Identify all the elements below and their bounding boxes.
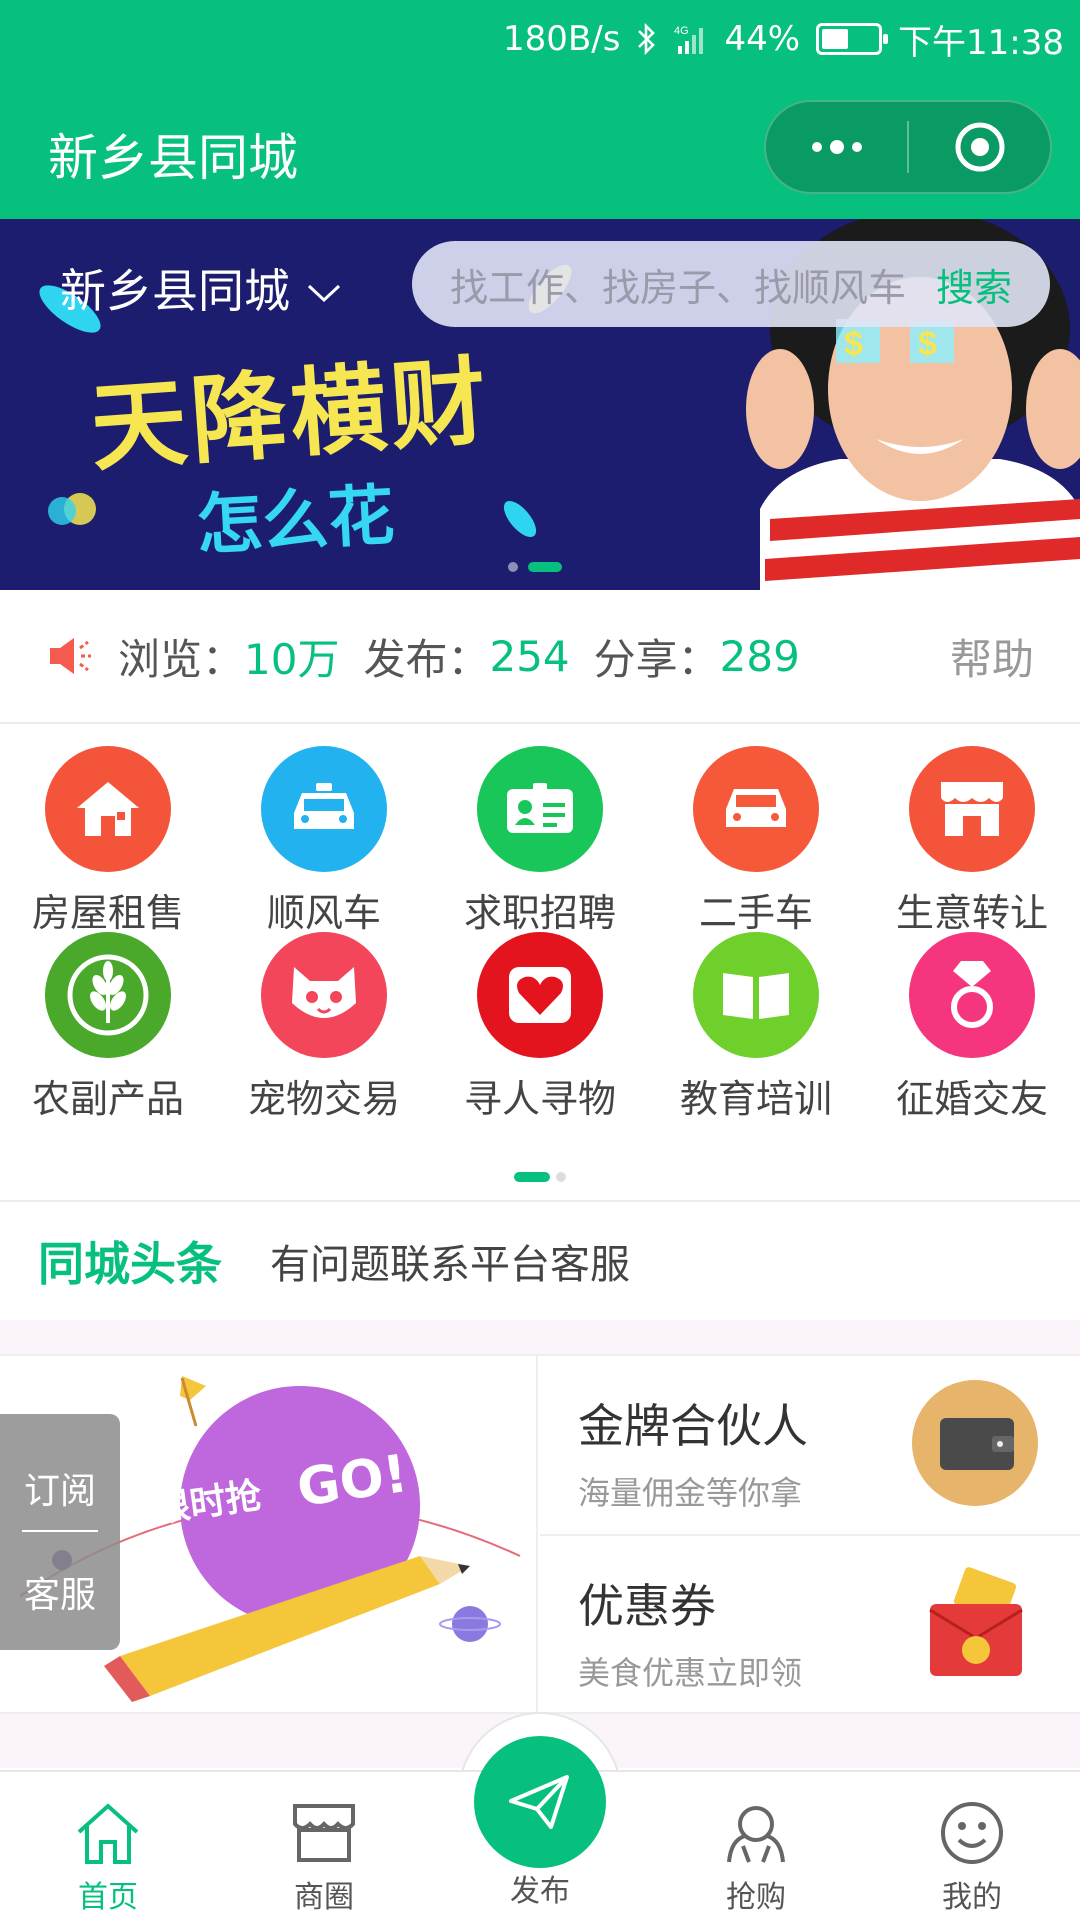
tab-profile[interactable]: 我的 [864, 1772, 1080, 1920]
search-button[interactable]: 搜索 [936, 257, 1012, 312]
speaker-icon [46, 634, 94, 678]
customer-service-button[interactable]: 客服 [0, 1566, 120, 1618]
svg-text:$: $ [918, 325, 937, 363]
tab-label: 抢购 [726, 1880, 786, 1915]
category-label: 农副产品 [31, 1077, 184, 1121]
tab-label: 首页 [78, 1880, 138, 1915]
wheat-icon [45, 932, 171, 1058]
shop-icon [909, 746, 1035, 872]
category-farm-products[interactable]: 农副产品 [0, 912, 216, 1132]
city-name: 新乡县同城 [60, 264, 290, 318]
banner-dot-active[interactable] [528, 562, 562, 572]
city-selector[interactable]: 新乡县同城 [60, 255, 342, 321]
category-label: 寻人寻物 [463, 1077, 616, 1121]
views-label: 浏览： [118, 634, 245, 684]
coupon-card[interactable]: 优惠券 美食优惠立即领 [540, 1536, 1080, 1714]
stats-bar: 浏览： 10万 发布： 254 分享： 289 帮助 [0, 590, 1080, 724]
news-tag: 同城头条 [38, 1237, 222, 1291]
network-speed: 180B/s [503, 19, 621, 59]
tab-business-circle[interactable]: 商圈 [216, 1772, 432, 1920]
signal-icon: 4G [674, 22, 708, 56]
banner-dot[interactable] [508, 562, 518, 572]
mini-program-capsule [764, 100, 1052, 194]
category-label: 宠物交易 [247, 1077, 400, 1121]
category-dating[interactable]: 征婚交友 [864, 912, 1080, 1132]
car-icon [693, 746, 819, 872]
category-lost-found[interactable]: 寻人寻物 [432, 912, 648, 1132]
header: 180B/s 4G 44% 下午11:38 新乡县同城 [0, 0, 1080, 219]
smiley-icon [941, 1802, 1003, 1864]
svg-text:4G: 4G [674, 25, 689, 37]
id-card-icon [477, 746, 603, 872]
grid-dot-active[interactable] [514, 1172, 550, 1182]
coupon-icon [912, 1560, 1038, 1686]
shares-value: 289 [719, 631, 800, 681]
shares-label: 分享： [593, 634, 720, 684]
subscribe-button[interactable]: 订阅 [0, 1462, 120, 1514]
tab-flash-sale[interactable]: 抢购 [648, 1772, 864, 1920]
diamond-ring-icon [909, 932, 1035, 1058]
publish-button[interactable] [474, 1736, 606, 1868]
grid-dot[interactable] [556, 1172, 566, 1182]
news-ticker[interactable]: 同城头条 有问题联系平台客服 [0, 1202, 1080, 1320]
taxi-icon [261, 746, 387, 872]
side-float-panel: 订阅 客服 [0, 1414, 120, 1650]
tab-label: 我的 [942, 1880, 1002, 1915]
chevron-down-icon [306, 261, 342, 315]
posts-label: 发布： [363, 634, 490, 684]
house-icon [45, 746, 171, 872]
grab-icon [727, 1806, 785, 1863]
paper-plane-icon [509, 1775, 569, 1829]
app-title: 新乡县同城 [48, 129, 298, 187]
more-dots-icon[interactable] [766, 102, 907, 192]
banner-pagination [508, 562, 562, 572]
help-link[interactable]: 帮助 [950, 626, 1034, 687]
category-education[interactable]: 教育培训 [648, 912, 864, 1132]
cat-icon [261, 932, 387, 1058]
status-bar: 180B/s 4G 44% 下午11:38 [503, 14, 1064, 64]
posts-value: 254 [489, 631, 570, 681]
tab-label: 商圈 [294, 1880, 354, 1915]
tab-label: 发布 [510, 1874, 570, 1909]
target-circle-icon[interactable] [909, 102, 1050, 192]
category-grid: 房屋租售 顺风车 求职招聘 二手车 生意转让 农副产品 宠物交易 寻人寻物 教育… [0, 726, 1080, 1200]
category-label: 教育培训 [679, 1077, 832, 1121]
banner-subline: 怎么花 [194, 475, 397, 565]
gold-partner-card[interactable]: 金牌合伙人 海量佣金等你拿 [540, 1356, 1080, 1534]
category-label: 征婚交友 [895, 1077, 1048, 1121]
clock: 下午11:38 [898, 22, 1064, 63]
home-icon [77, 1803, 139, 1864]
tab-home[interactable]: 首页 [0, 1772, 216, 1920]
battery-icon [816, 23, 889, 55]
side-float-divider [22, 1530, 98, 1532]
banner-headline: 天降横财 [87, 344, 495, 485]
search-input[interactable]: 找工作、找房子、找顺风车 [450, 257, 936, 312]
book-icon [693, 932, 819, 1058]
svg-text:$: $ [844, 325, 863, 363]
bluetooth-icon [636, 22, 658, 56]
category-pets[interactable]: 宠物交易 [216, 912, 432, 1132]
news-text[interactable]: 有问题联系平台客服 [270, 1232, 630, 1290]
grid-pagination [514, 1172, 566, 1182]
views-value: 10万 [244, 634, 340, 684]
promo-banner[interactable]: $ $ 新乡县同城 找工作、找房子、找顺风车 搜索 天降横财 怎么花 [0, 219, 1080, 590]
search-bar[interactable]: 找工作、找房子、找顺风车 搜索 [412, 241, 1050, 327]
wallet-icon [912, 1380, 1038, 1506]
battery-percent: 44% [724, 19, 801, 59]
heart-icon [477, 932, 603, 1058]
store-icon [293, 1804, 355, 1862]
promo-section: 限时抢 GO! 金牌合伙人 海量佣金等你拿 优惠券 美食优惠立即领 [0, 1354, 1080, 1714]
